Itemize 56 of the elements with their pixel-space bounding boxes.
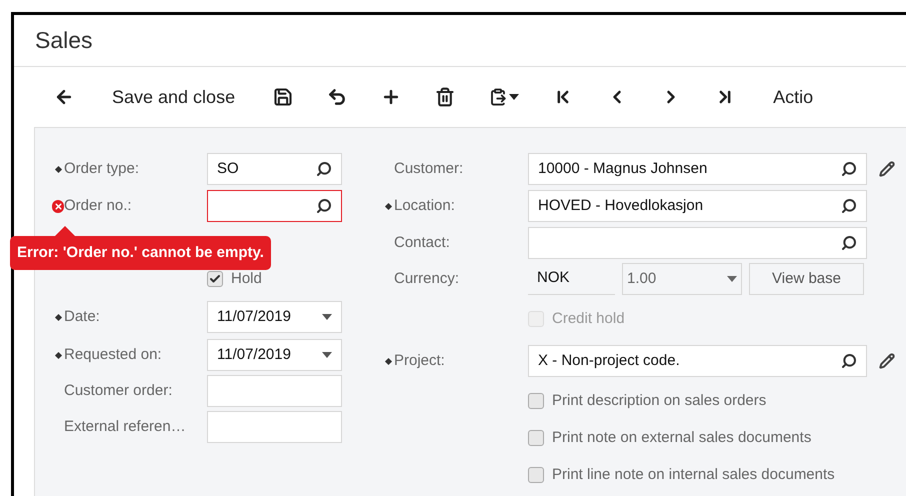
pencil-icon[interactable] [879,353,895,369]
lookup-field[interactable]: 10000 - Magnus Johnsen [528,153,867,185]
checkbox-label: Credit hold [552,308,625,329]
check-icon [209,273,221,285]
field-label: Date: [64,306,100,327]
field-label: Order type: [64,158,140,179]
search-icon[interactable] [316,198,332,214]
view-base-button[interactable]: View base [749,263,864,295]
field-label: Currency: [394,268,460,289]
lookup-field[interactable] [207,190,342,222]
field-label: Customer order: [64,380,172,401]
search-icon[interactable] [316,161,332,177]
date-field[interactable]: 11/07/2019 [207,339,342,371]
checkbox-label: Print note on external sales documents [552,428,812,448]
text-field[interactable] [207,411,342,443]
field-label: Requested on: [64,344,162,365]
toolbar-button[interactable]: Actio [769,84,818,110]
search-icon[interactable] [841,235,857,251]
search-icon[interactable] [841,353,857,369]
back-arrow-icon[interactable] [54,87,74,107]
date-field[interactable]: 11/07/2019 [207,301,342,333]
error-icon [52,200,64,212]
dropdown-caret-icon[interactable] [322,352,332,358]
trash-icon[interactable] [435,87,456,107]
checkbox-label: Print description on sales orders [552,390,766,411]
dropdown-caret-icon[interactable] [727,276,737,282]
checkbox[interactable] [528,467,544,483]
window-title: Sales [35,26,93,56]
lookup-field[interactable]: HOVED - Hovedlokasjon [528,190,867,222]
lookup-field[interactable]: SO [207,153,342,185]
paste-menu-button[interactable] [489,88,520,106]
undo-icon[interactable] [327,87,348,107]
caret-icon [509,94,520,100]
clipboard-icon [489,88,508,106]
field-label: Contact: [394,232,450,253]
save-icon[interactable] [273,87,294,107]
field-label: Order no.: [64,196,132,216]
field-label: Location: [394,196,455,216]
error-tooltip: Error: 'Order no.' cannot be empty. [10,226,271,270]
lookup-field[interactable]: X - Non-project code. [528,345,867,377]
checkbox-label: Print line note on internal sales documents [552,464,835,485]
rate-dropdown[interactable]: 1.00 [622,263,742,295]
toolbar-button[interactable]: Save and close [108,84,240,110]
field-label: External referen… [64,416,186,437]
checkbox[interactable] [207,271,223,287]
field-label: Customer: [394,158,464,179]
field-label: Project: [394,350,445,371]
checkbox-label: Hold [231,268,262,289]
pencil-icon[interactable] [879,161,895,177]
dropdown-caret-icon[interactable] [322,314,332,320]
text-field[interactable] [207,375,342,407]
search-icon[interactable] [841,198,857,214]
currency-field[interactable]: NOK [528,263,615,295]
checkbox[interactable] [528,430,544,446]
checkbox[interactable] [528,393,544,409]
search-icon[interactable] [841,161,857,177]
